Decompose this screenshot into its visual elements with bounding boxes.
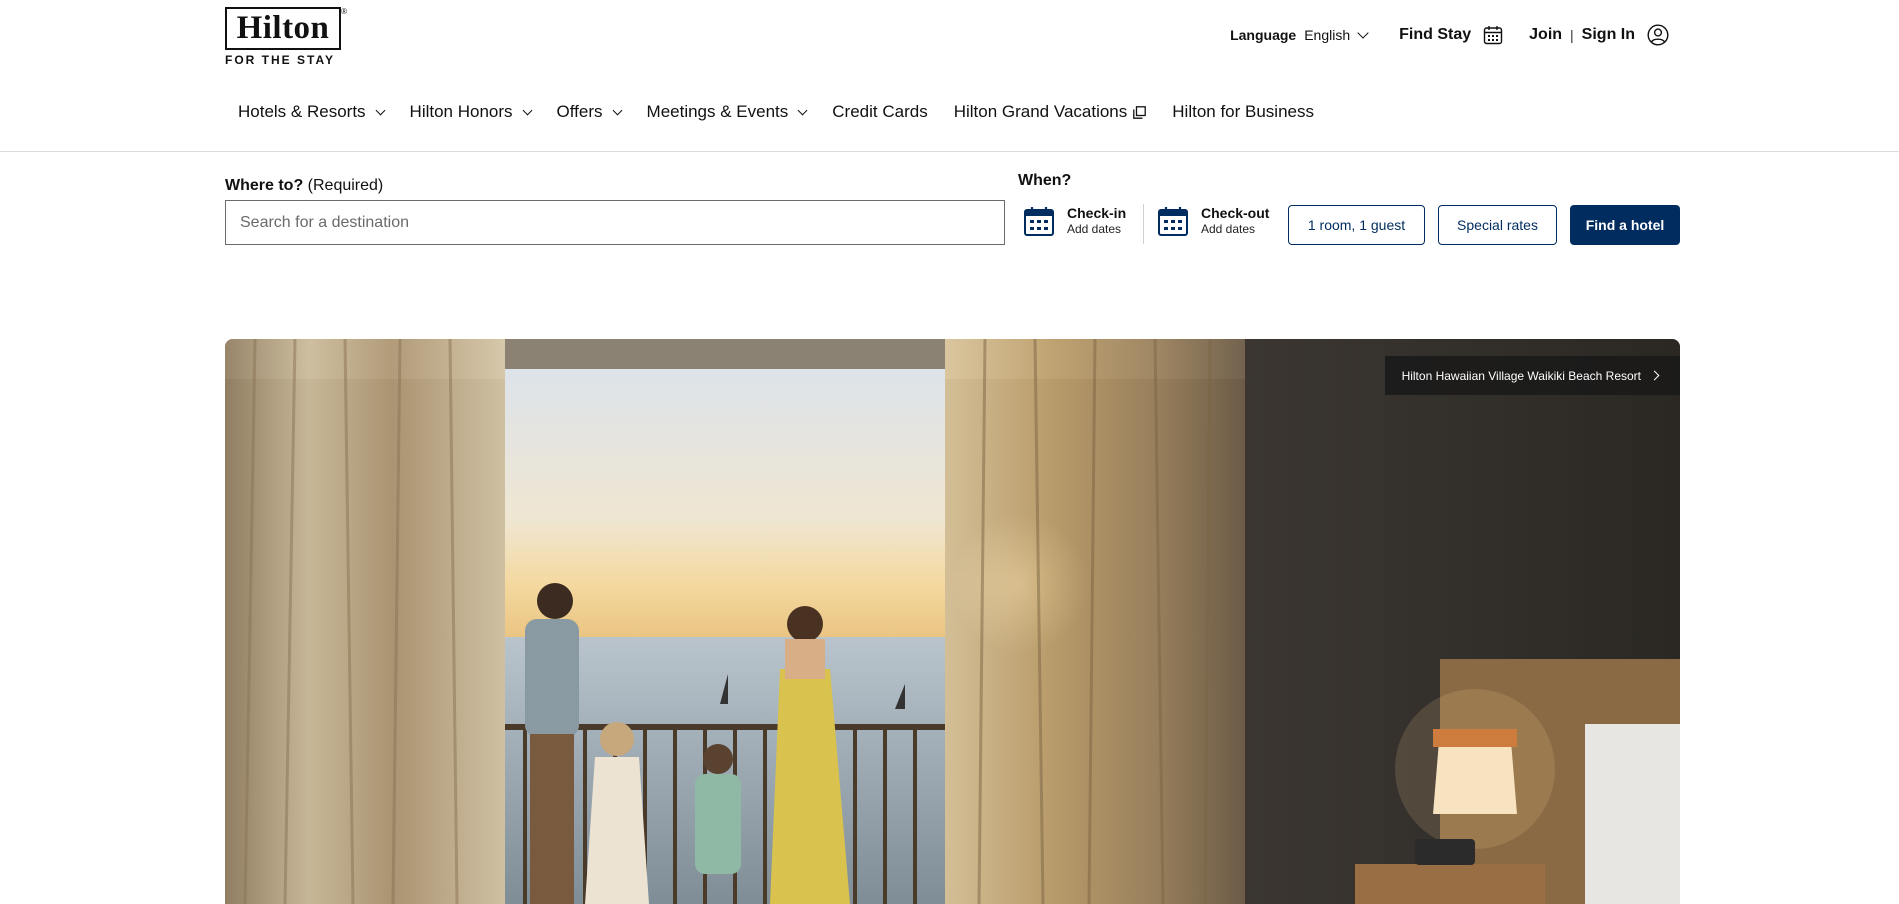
find-stay-link[interactable]: Find Stay [1399, 25, 1503, 45]
logo-tagline: FOR THE STAY [225, 53, 336, 67]
hero-caption-text: Hilton Hawaiian Village Waikiki Beach Re… [1401, 368, 1641, 383]
chevron-down-icon [375, 105, 385, 115]
check-out-subtext: Add dates [1201, 222, 1256, 236]
nav-item-hilton-honors[interactable]: Hilton Honors [397, 96, 544, 128]
utility-nav: Language English Find Stay Join | Sign I… [1230, 22, 1669, 48]
chevron-down-icon [1357, 27, 1369, 39]
nav-item-label: Hotels & Resorts [238, 102, 366, 121]
nav-item-label: Hilton Grand Vacations [953, 102, 1128, 121]
check-in-subtext: Add dates [1067, 222, 1122, 236]
external-link-icon [1133, 105, 1147, 119]
special-rates-button[interactable]: Special rates [1438, 205, 1557, 245]
check-in-title: Check-in [1067, 205, 1127, 221]
calendar-icon [1024, 207, 1054, 236]
destination-search-input[interactable] [225, 200, 1005, 245]
calendar-icon [1483, 26, 1503, 45]
logo-trademark: ® [341, 7, 347, 16]
sign-in-link[interactable]: Sign In [1582, 24, 1669, 46]
check-in-date-button[interactable]: Check-in Add dates [1023, 205, 1126, 237]
logo-wordmark: Hilton [225, 7, 341, 50]
hero-caption-link[interactable]: Hilton Hawaiian Village Waikiki Beach Re… [1384, 356, 1680, 395]
nav-item-offers[interactable]: Offers [544, 96, 634, 128]
language-selector[interactable]: English [1304, 27, 1369, 43]
chevron-down-icon [797, 105, 808, 115]
sign-in-label: Sign In [1581, 26, 1635, 43]
hero-image [225, 339, 1680, 904]
language-label: Language [1230, 27, 1297, 43]
nav-item-hilton-for-business[interactable]: Hilton for Business [1159, 96, 1327, 128]
chevron-down-icon [522, 105, 532, 115]
hero-banner: Hilton Hawaiian Village Waikiki Beach Re… [225, 339, 1680, 904]
nav-item-label: Credit Cards [832, 102, 928, 121]
hilton-logo[interactable]: Hilton ® FOR THE STAY [225, 7, 347, 67]
check-out-date-button[interactable]: Check-out Add dates [1157, 205, 1269, 237]
language-value: English [1304, 27, 1351, 43]
when-label: When? [1018, 172, 1072, 189]
nav-item-credit-cards[interactable]: Credit Cards [819, 96, 940, 128]
nav-item-label: Hilton Honors [409, 102, 513, 121]
find-hotel-button[interactable]: Find a hotel [1570, 205, 1680, 245]
nav-item-label: Offers [556, 102, 603, 121]
check-out-title: Check-out [1201, 205, 1270, 221]
nav-item-hotels-resorts[interactable]: Hotels & Resorts [225, 96, 397, 128]
join-link[interactable]: Join [1529, 26, 1562, 44]
nav-item-meetings-events[interactable]: Meetings & Events [634, 96, 820, 128]
find-stay-label: Find Stay [1399, 26, 1472, 43]
chevron-down-icon [612, 105, 622, 115]
header-divider [0, 151, 1899, 152]
calendar-icon [1158, 207, 1188, 236]
nav-item-label: Meetings & Events [646, 102, 789, 121]
nav-separator: | [1570, 27, 1574, 43]
date-divider [1143, 204, 1144, 244]
nav-item-hilton-grand-vacations[interactable]: Hilton Grand Vacations [941, 96, 1160, 128]
destination-label: Where to? (Required) [225, 177, 383, 195]
destination-label-required: (Required) [307, 177, 384, 194]
rooms-guests-button[interactable]: 1 room, 1 guest [1288, 205, 1425, 245]
user-account-icon [1647, 24, 1669, 46]
chevron-right-icon [1649, 370, 1660, 381]
nav-item-label: Hilton for Business [1172, 102, 1314, 121]
main-nav: Hotels & Resorts Hilton Honors Offers Me… [225, 96, 1327, 128]
destination-label-title: Where to? [225, 177, 304, 194]
